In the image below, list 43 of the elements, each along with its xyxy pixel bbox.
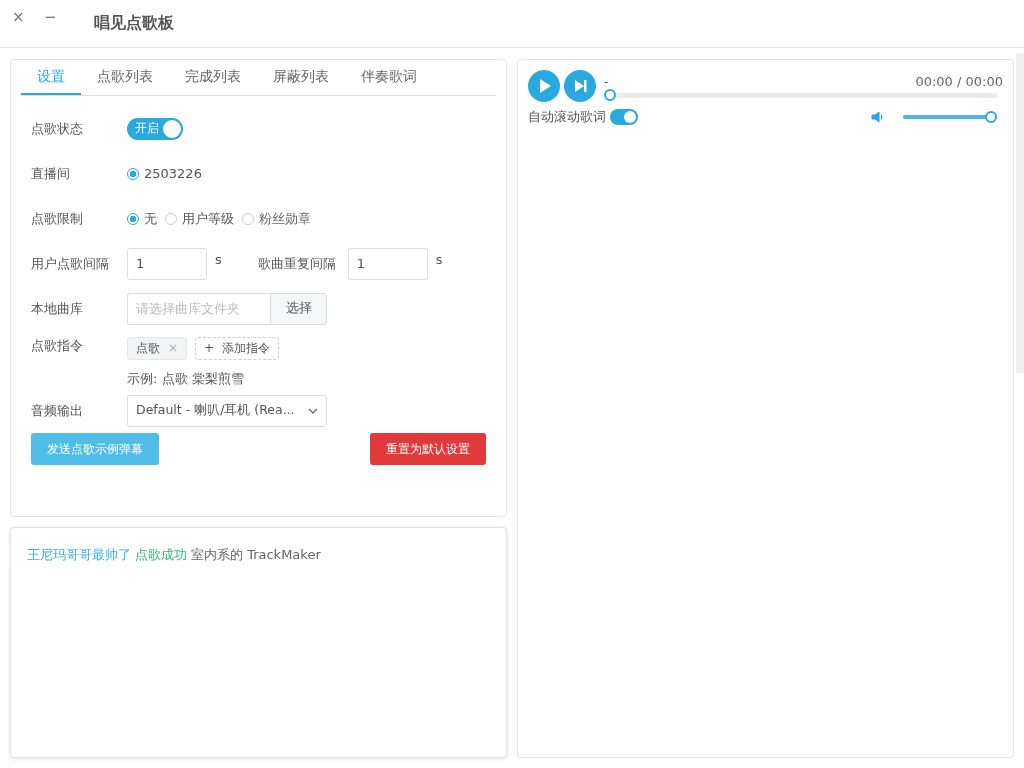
command-tag: 点歌 × (127, 337, 188, 360)
field-label: 音频输出 (31, 401, 84, 420)
unit-label: s (435, 252, 443, 267)
radio-option[interactable]: 粉丝勋章 (242, 209, 311, 228)
tab[interactable]: 伴奏歌词 (345, 60, 433, 95)
radio-option[interactable]: 2503226 (127, 166, 202, 181)
chevron-icon (308, 407, 318, 414)
choose-button[interactable]: 选择 (270, 292, 327, 325)
autoscroll-switch[interactable] (610, 109, 638, 125)
input-field[interactable]: 1 (127, 247, 207, 280)
close-button[interactable]: × (12, 7, 44, 26)
autoscroll-label: 自动滚动歌词 (528, 108, 606, 126)
minimize-button[interactable]: − (44, 7, 76, 26)
window-title: 唱见点歌板 (94, 13, 174, 34)
field-label: 点歌状态 (31, 119, 84, 138)
field-label: 用户点歌间隔 (31, 254, 110, 273)
example-text: 示例: 点歌 棠梨煎雪 (127, 370, 245, 388)
progress-thumb[interactable] (604, 89, 616, 101)
folder-path-field[interactable]: 请选择曲库文件夹 (127, 292, 270, 325)
reset-button[interactable]: 重置为默认设置 (370, 433, 486, 465)
next-track-button[interactable] (564, 70, 596, 102)
field-label: 本地曲库 (31, 299, 84, 318)
field-label: 点歌指令 (31, 337, 84, 355)
add-command-button[interactable]: + 添加指令 (195, 337, 280, 360)
field-label: 歌曲重复间隔 (257, 254, 336, 273)
field-label: 直播间 (31, 164, 71, 183)
unit-label: s (215, 252, 222, 267)
input-field[interactable]: 1 (347, 247, 428, 280)
play-button[interactable] (528, 70, 560, 102)
volume-icon[interactable] (871, 110, 885, 124)
volume-thumb[interactable] (985, 111, 997, 123)
song-title: - (604, 75, 609, 89)
radio-option[interactable]: 无 (127, 209, 157, 228)
time-display: 00:00 / 00:00 (915, 74, 1003, 89)
log-status: 点歌成功 (135, 546, 187, 564)
log-user: 王尼玛哥哥最帅了 (27, 546, 131, 564)
log-song: 室内系的 TrackMaker (191, 546, 321, 564)
tab[interactable]: 完成列表 (169, 60, 257, 95)
tab[interactable]: 点歌列表 (81, 60, 169, 95)
field-label: 点歌限制 (31, 209, 84, 228)
tab[interactable]: 屏蔽列表 (257, 60, 345, 95)
audio-output-dropdown[interactable]: Default - 喇叭/耳机 (Rea... (127, 394, 327, 427)
radio-option[interactable]: 用户等级 (165, 209, 234, 228)
